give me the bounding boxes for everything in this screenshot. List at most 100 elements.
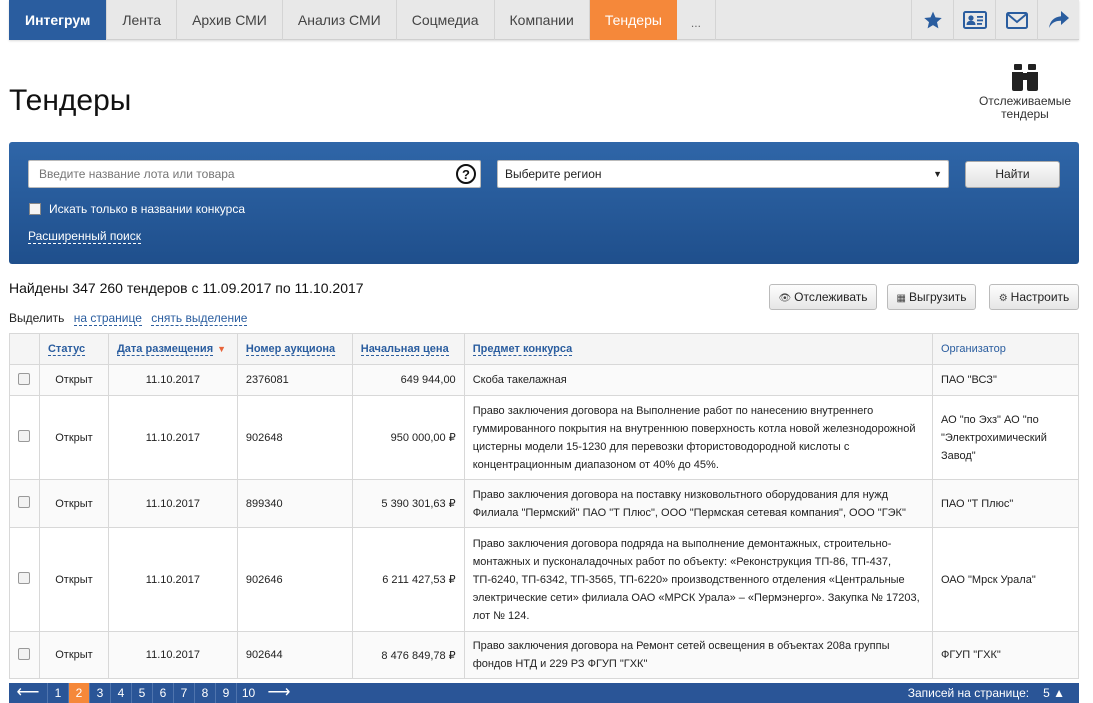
help-icon[interactable]: ? [456,164,476,184]
select-label: Выделить [9,311,65,325]
page-link-current[interactable]: 2 [68,683,89,703]
chevron-down-icon: ▼ [933,169,942,179]
header-price[interactable]: Начальная цена [351,333,465,365]
row-checkbox[interactable] [18,496,31,508]
table-row[interactable]: Открыт 11.10.2017 902646 6 211 427,53 ₽ … [9,527,1080,632]
tracked-tenders-label: Отслеживаемые тендеры [978,94,1072,121]
date-cell: 11.10.2017 [107,479,238,528]
search-input[interactable] [29,161,449,187]
status-cell: Открыт [38,479,109,528]
price-cell: 6 211 427,53 ₽ [351,527,465,632]
header-number[interactable]: Номер аукциона [236,333,353,365]
region-select[interactable]: Выберите регион ▼ [497,160,949,188]
row-checkbox[interactable] [18,647,31,660]
page-link[interactable]: 8 [194,683,215,703]
only-title-checkbox[interactable] [29,203,41,215]
table-header-row: Статус Дата размещения ▼ Номер аукциона Н… [9,333,1080,365]
tab-feed[interactable]: Лента [107,0,178,40]
per-page-select[interactable]: 5 ▲ [1043,686,1065,700]
advanced-search-link[interactable]: Расширенный поиск [28,229,141,244]
page-link[interactable]: 10 [236,683,260,703]
export-button[interactable]: ▦ Выгрузить [887,284,976,310]
top-nav: Интегрум Лента Архив СМИ Анализ СМИ Соцм… [9,0,1079,40]
row-checkbox-cell [9,395,40,480]
search-input-wrapper: ? [28,160,481,188]
header-date[interactable]: Дата размещения ▼ [107,333,238,365]
tenders-table: Статус Дата размещения ▼ Номер аукциона Н… [9,333,1080,679]
number-cell: 902644 [236,631,353,679]
row-checkbox-cell [9,631,40,679]
only-title-label: Искать только в названии конкурса [49,202,245,216]
deselect-link[interactable]: снять выделение [151,311,248,326]
eye-icon: 👁 [778,293,792,304]
status-cell: Открыт [38,631,109,679]
number-cell: 899340 [236,479,353,528]
table-row[interactable]: Открыт 11.10.2017 902644 8 476 849,78 ₽ … [9,631,1080,679]
page-link[interactable]: 9 [215,683,236,703]
number-cell: 902648 [236,395,353,480]
organizer-cell: ОАО "Мрск Урала" [931,527,1080,632]
tab-more[interactable]: ... [677,0,716,40]
page-link[interactable]: 7 [173,683,194,703]
track-button-label: Отслеживать [794,290,868,304]
organizer-cell: АО "по Эхз" АО "по "Электрохимический За… [931,395,1080,480]
subject-cell: Право заключения договора на Ремонт сете… [463,631,933,679]
number-cell: 2376081 [236,364,353,396]
share-icon[interactable] [1037,0,1079,40]
tab-companies[interactable]: Компании [495,0,590,40]
table-row[interactable]: Открыт 11.10.2017 902648 950 000,00 ₽ Пр… [9,395,1080,480]
subject-cell: Право заключения договора на поставку ни… [463,479,933,528]
select-on-page-link[interactable]: на странице [73,311,142,326]
next-page-arrow-icon[interactable]: ⟶ [260,683,298,703]
date-cell: 11.10.2017 [107,395,238,480]
row-checkbox[interactable] [18,430,31,442]
prev-page-arrow-icon[interactable]: ⟵ [9,683,47,703]
header-select [9,333,40,365]
search-panel: ? Выберите регион ▼ Найти Искать только … [9,142,1079,264]
price-cell: 950 000,00 ₽ [351,395,465,480]
star-icon[interactable] [911,0,953,40]
page-link[interactable]: 5 [131,683,152,703]
date-cell: 11.10.2017 [107,527,238,632]
sort-desc-icon: ▼ [217,344,227,354]
row-checkbox[interactable] [18,372,31,385]
number-cell: 902646 [236,527,353,632]
page-link[interactable]: 4 [110,683,131,703]
contact-card-icon[interactable] [953,0,995,40]
price-cell: 8 476 849,78 ₽ [351,631,465,679]
page-link[interactable]: 6 [152,683,173,703]
table-row[interactable]: Открыт 11.10.2017 2376081 649 944,00 Ско… [9,364,1080,396]
configure-button[interactable]: ⚙ Настроить [989,284,1079,310]
tracked-tenders-link[interactable]: Отслеживаемые тендеры [972,62,1078,121]
page-title: Тендеры [9,84,132,117]
track-button[interactable]: 👁 Отслеживать [769,284,877,310]
table-row[interactable]: Открыт 11.10.2017 899340 5 390 301,63 ₽ … [9,479,1080,528]
status-cell: Открыт [38,364,109,396]
page-link[interactable]: 1 [47,683,68,703]
header-status[interactable]: Статус [38,333,109,365]
tab-media-archive[interactable]: Архив СМИ [177,0,283,40]
binoculars-icon [1012,64,1038,91]
status-cell: Открыт [38,527,109,632]
find-button[interactable]: Найти [965,161,1060,188]
subject-cell: Скоба такелажная [463,364,933,396]
header-subject[interactable]: Предмет конкурса [463,333,933,365]
tab-social-media[interactable]: Соцмедиа [397,0,495,40]
row-checkbox-cell [9,479,40,528]
status-cell: Открыт [38,395,109,480]
tab-media-analysis[interactable]: Анализ СМИ [283,0,397,40]
tab-tenders[interactable]: Тендеры [589,0,677,40]
header-organizer: Организатор [931,333,1080,365]
row-checkbox[interactable] [18,572,31,584]
excel-icon: ▦ [896,293,906,304]
mail-icon[interactable] [995,0,1037,40]
organizer-cell: ФГУП "ГХК" [931,631,1080,679]
brand-tab[interactable]: Интегрум [9,0,108,40]
gear-icon: ⚙ [998,293,1008,304]
price-cell: 5 390 301,63 ₽ [351,479,465,528]
row-checkbox-cell [9,527,40,632]
page-link[interactable]: 3 [89,683,110,703]
configure-button-label: Настроить [1010,290,1070,304]
export-button-label: Выгрузить [908,290,967,304]
